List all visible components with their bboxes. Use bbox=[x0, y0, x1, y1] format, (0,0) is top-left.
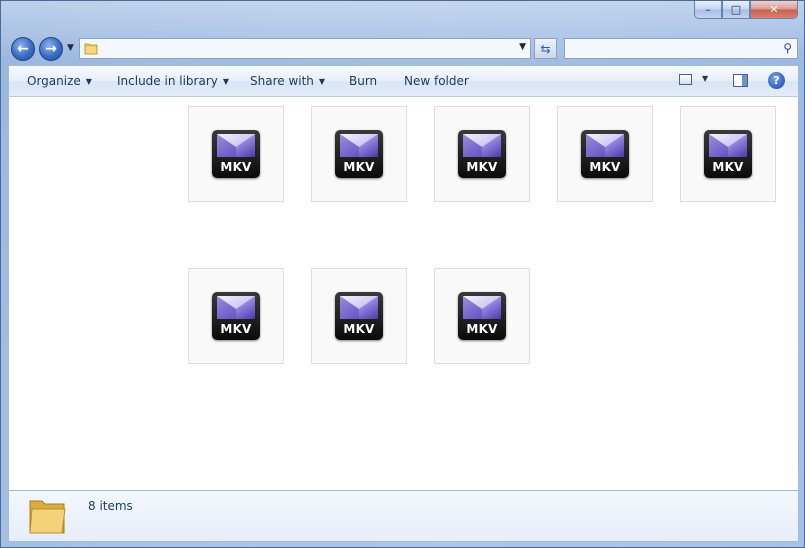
command-bar: Organize ▼ Include in library ▼ Share with… bbox=[8, 65, 799, 97]
burn-button[interactable]: Burn bbox=[349, 74, 377, 88]
mkv-file-icon: MKV bbox=[335, 130, 383, 178]
file-item[interactable]: MKV bbox=[680, 106, 776, 202]
maximize-button[interactable]: □ bbox=[722, 1, 750, 19]
refresh-button[interactable]: ⇆ bbox=[534, 38, 557, 59]
new-folder-label: New folder bbox=[404, 74, 469, 88]
file-item[interactable]: MKV bbox=[434, 106, 530, 202]
burn-label: Burn bbox=[349, 74, 378, 88]
mkv-file-icon: MKV bbox=[581, 130, 629, 178]
refresh-icon: ⇆ bbox=[540, 41, 551, 56]
chevron-down-icon: ▼ bbox=[318, 77, 326, 86]
mkv-file-icon: MKV bbox=[335, 292, 383, 340]
organize-menu[interactable]: Organize ▼ bbox=[27, 74, 92, 88]
mkv-file-icon: MKV bbox=[704, 130, 752, 178]
mkv-file-icon: MKV bbox=[458, 292, 506, 340]
file-item[interactable]: MKV bbox=[188, 268, 284, 364]
file-type-label: MKV bbox=[712, 160, 744, 174]
file-item[interactable]: MKV bbox=[434, 268, 530, 364]
file-type-label: MKV bbox=[343, 160, 375, 174]
preview-pane-icon[interactable] bbox=[733, 74, 748, 87]
mkv-file-icon: MKV bbox=[212, 292, 260, 340]
file-item[interactable]: MKV bbox=[188, 106, 284, 202]
search-input[interactable]: ⚲ bbox=[564, 38, 798, 59]
file-item[interactable]: MKV bbox=[311, 268, 407, 364]
forward-button[interactable]: → bbox=[39, 37, 63, 61]
chevron-down-icon: ▼ bbox=[85, 77, 92, 86]
new-folder-button[interactable]: New folder bbox=[404, 74, 469, 88]
file-view: MKV MKV MKV MKV MKV MKV MKV MKV bbox=[8, 97, 799, 490]
file-type-label: MKV bbox=[466, 322, 498, 336]
file-item[interactable]: MKV bbox=[557, 106, 653, 202]
minimize-button[interactable]: – bbox=[694, 1, 722, 19]
include-in-library-label: Include in library bbox=[117, 74, 218, 88]
folder-icon bbox=[29, 500, 66, 534]
share-with-label: Share with bbox=[250, 74, 314, 88]
file-item[interactable]: MKV bbox=[311, 106, 407, 202]
explorer-window: – □ ✕ ← → ▼ ▼ ⇆ ⚲ Organize ▼ Include in l… bbox=[0, 0, 805, 548]
forward-arrow-icon: → bbox=[45, 41, 57, 57]
change-view-icon[interactable] bbox=[679, 74, 692, 85]
file-type-label: MKV bbox=[589, 160, 621, 174]
caption-buttons: – □ ✕ bbox=[694, 1, 798, 19]
file-type-label: MKV bbox=[343, 322, 375, 336]
mkv-file-icon: MKV bbox=[458, 130, 506, 178]
close-button[interactable]: ✕ bbox=[750, 1, 798, 19]
address-bar[interactable]: ▼ bbox=[79, 38, 531, 59]
recent-pages-dropdown-icon[interactable]: ▼ bbox=[67, 43, 74, 53]
file-type-label: MKV bbox=[220, 160, 252, 174]
include-in-library-menu[interactable]: Include in library ▼ bbox=[117, 74, 229, 88]
file-type-label: MKV bbox=[220, 322, 252, 336]
mkv-file-icon: MKV bbox=[212, 130, 260, 178]
search-icon[interactable]: ⚲ bbox=[783, 41, 792, 55]
item-count: 8 items bbox=[88, 499, 133, 513]
folder-icon bbox=[84, 43, 98, 55]
address-dropdown-icon[interactable]: ▼ bbox=[519, 42, 526, 52]
back-button[interactable]: ← bbox=[11, 37, 35, 61]
chevron-down-icon: ▼ bbox=[222, 77, 230, 86]
view-options-dropdown-icon[interactable]: ▼ bbox=[702, 74, 708, 83]
file-type-label: MKV bbox=[466, 160, 498, 174]
help-icon[interactable]: ? bbox=[768, 72, 785, 89]
navigation-pane[interactable] bbox=[9, 97, 185, 490]
details-pane: 8 items bbox=[8, 490, 799, 542]
share-with-menu[interactable]: Share with ▼ bbox=[250, 74, 325, 88]
organize-label: Organize bbox=[27, 74, 81, 88]
back-arrow-icon: ← bbox=[17, 41, 29, 57]
